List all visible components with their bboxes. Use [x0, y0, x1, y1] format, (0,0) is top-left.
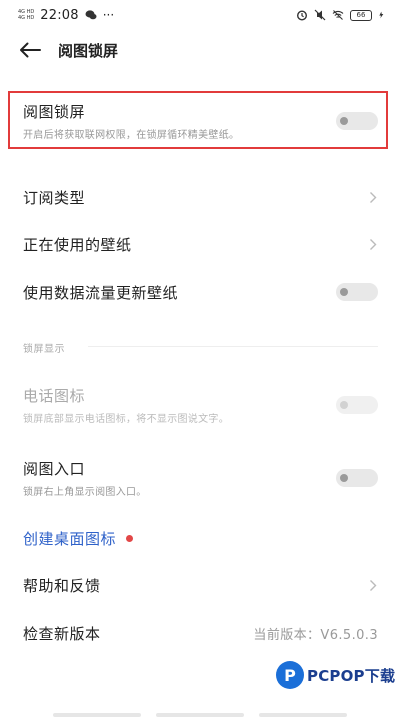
setting-subscription-type[interactable]: 订阅类型 [0, 182, 400, 212]
setting-check-update[interactable]: 检查新版本 当前版本：V6.5.0.3 [0, 618, 400, 648]
charging-icon [379, 11, 384, 19]
pcpop-logo-icon: P [276, 661, 304, 689]
alarm-icon [296, 10, 308, 21]
toggle-knob [340, 401, 348, 409]
setting-title: 阅图入口 [23, 460, 86, 478]
section-divider [88, 346, 378, 347]
setting-title: 正在使用的壁纸 [23, 235, 132, 254]
battery-indicator: 66 [350, 9, 372, 21]
setting-subtitle: 锁屏底部显示电话图标，将不显示图说文字。 [23, 414, 229, 425]
lock-wallpaper-toggle[interactable] [336, 112, 378, 130]
signal-indicator: 4G HD 4G HD [18, 9, 34, 21]
wifi-off-icon [332, 10, 344, 20]
toggle-knob [340, 117, 348, 125]
setting-lock-wallpaper[interactable]: 阅图锁屏 开启后将获取联网权限，在锁屏循环精美壁纸。 [0, 100, 400, 142]
nav-hint-segment [258, 713, 347, 717]
setting-text: 阅图入口 锁屏右上角显示阅图入口。 [23, 458, 147, 498]
status-more-dots: ··· [102, 8, 115, 22]
mute-icon [314, 9, 326, 21]
setting-entry[interactable]: 阅图入口 锁屏右上角显示阅图入口。 [0, 458, 400, 498]
status-bar: 4G HD 4G HD 22:08 ··· 66 [0, 0, 400, 30]
section-header-lock-display: 锁屏显示 [23, 344, 65, 355]
setting-title: 检查新版本 [23, 624, 101, 643]
toggle-knob [340, 474, 348, 482]
link-title: 创建桌面图标 [23, 529, 117, 548]
pcpop-watermark: P PCPOP下载 [276, 655, 395, 695]
status-left: 4G HD 4G HD 22:08 ··· [18, 8, 114, 23]
chevron-right-icon [368, 190, 378, 204]
back-button[interactable] [10, 30, 50, 70]
setting-current-wallpaper[interactable]: 正在使用的壁纸 [0, 229, 400, 259]
setting-phone-icon[interactable]: 电话图标 锁屏底部显示电话图标，将不显示图说文字。 [0, 385, 400, 425]
status-right: 66 [296, 9, 386, 21]
setting-title: 帮助和反馈 [23, 576, 101, 595]
app-header: 阅图锁屏 [0, 30, 400, 70]
wechat-icon [85, 10, 97, 20]
setting-mobile-data-update[interactable]: 使用数据流量更新壁纸 [0, 277, 400, 307]
page-title: 阅图锁屏 [58, 41, 119, 60]
setting-title: 订阅类型 [23, 188, 86, 207]
create-desktop-icon-link[interactable]: 创建桌面图标 [0, 523, 400, 553]
arrow-left-icon [20, 42, 41, 58]
status-time: 22:08 [40, 7, 79, 23]
watermark-text: PCPOP下载 [307, 666, 396, 685]
nav-hint-segment [155, 713, 244, 717]
setting-help-feedback[interactable]: 帮助和反馈 [0, 570, 400, 600]
new-badge-dot [126, 534, 134, 542]
phone-icon-toggle[interactable] [336, 396, 378, 414]
setting-text: 电话图标 锁屏底部显示电话图标，将不显示图说文字。 [23, 385, 229, 425]
setting-subtitle: 锁屏右上角显示阅图入口。 [23, 487, 147, 498]
toggle-knob [340, 288, 348, 296]
setting-text: 阅图锁屏 开启后将获取联网权限，在锁屏循环精美壁纸。 [23, 101, 239, 141]
bottom-nav-hint [0, 710, 400, 720]
version-value: 当前版本：V6.5.0.3 [253, 627, 378, 643]
signal-label-bottom: 4G HD [18, 15, 35, 21]
nav-hint-segment [53, 713, 142, 717]
setting-subtitle: 开启后将获取联网权限，在锁屏循环精美壁纸。 [23, 130, 240, 141]
entry-toggle[interactable] [336, 469, 378, 487]
setting-title: 电话图标 [23, 387, 86, 405]
chevron-right-icon [368, 578, 378, 592]
chevron-right-icon [368, 237, 378, 251]
setting-title: 使用数据流量更新壁纸 [23, 283, 179, 302]
mobile-data-toggle[interactable] [336, 283, 378, 301]
setting-title: 阅图锁屏 [23, 103, 86, 121]
